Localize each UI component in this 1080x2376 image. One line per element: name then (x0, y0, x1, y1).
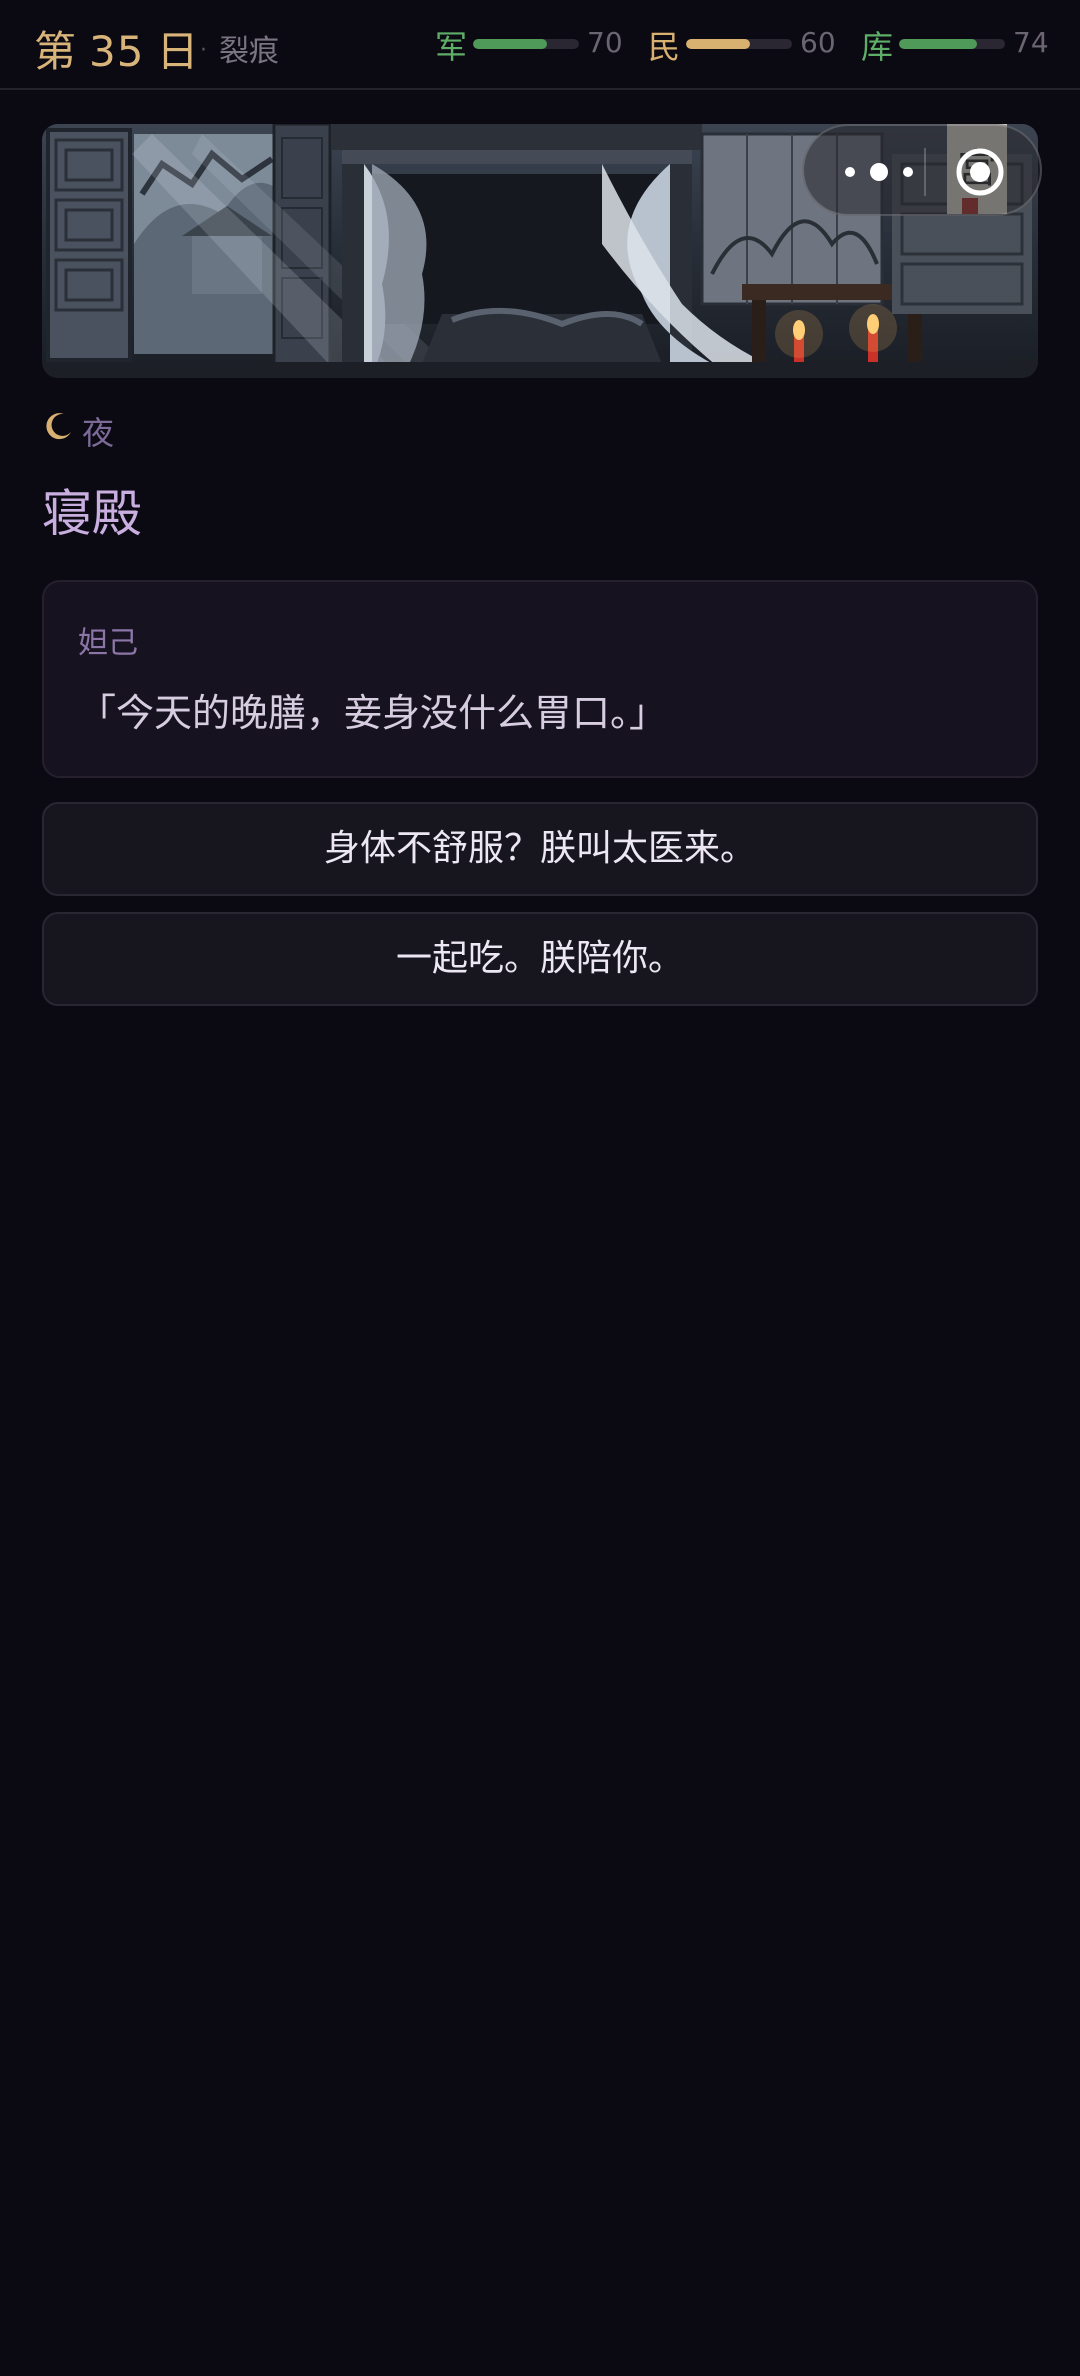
separator-dot: · (200, 38, 207, 63)
target-circle-icon[interactable] (954, 146, 1006, 198)
choice-button[interactable]: 身体不舒服？朕叫太医来。 (42, 802, 1038, 896)
stat-army-label: 军 (435, 28, 468, 66)
crescent-moon-icon (42, 410, 74, 442)
capsule-divider (924, 148, 926, 196)
stat-treasury-label: 库 (861, 28, 894, 66)
stat-army-fill (473, 39, 548, 49)
day-suffix: 日 (156, 27, 200, 76)
capsule-menu (802, 124, 1042, 216)
dialogue-box: 妲己 「今天的晚膳，妾身没什么胃口。」 (42, 580, 1038, 778)
speaker-name: 妲己 (78, 626, 138, 661)
status-bar: 第 35 日 · 裂痕 军 70 民 60 库 74 (0, 0, 1080, 90)
dialogue-line: 「今天的晚膳，妾身没什么胃口。」 (78, 691, 668, 735)
location-title: 寝殿 (42, 485, 142, 543)
chapter-title: · 裂痕 (200, 26, 279, 70)
choice-button[interactable]: 一起吃。朕陪你。 (42, 912, 1038, 1006)
chapter-name: 裂痕 (219, 34, 279, 69)
day-number: 35 (89, 27, 145, 76)
stat-people-value: 60 (800, 26, 836, 59)
stat-people-bar (686, 39, 792, 49)
day-counter: 第 35 日 (34, 18, 199, 79)
stat-army-bar (473, 39, 579, 49)
game-screen: 第 35 日 · 裂痕 军 70 民 60 库 74 夜 寝殿 妲己 「今天的晚… (0, 0, 1080, 2376)
stat-people-fill (686, 39, 750, 49)
more-dots-icon[interactable] (834, 154, 924, 190)
stat-army-value: 70 (587, 26, 623, 59)
stat-people-label: 民 (648, 28, 681, 66)
day-prefix: 第 (34, 27, 78, 76)
stat-treasury-fill (899, 39, 978, 49)
stat-treasury-value: 74 (1013, 26, 1049, 59)
time-of-day-label: 夜 (82, 414, 115, 452)
stat-treasury-bar (899, 39, 1005, 49)
